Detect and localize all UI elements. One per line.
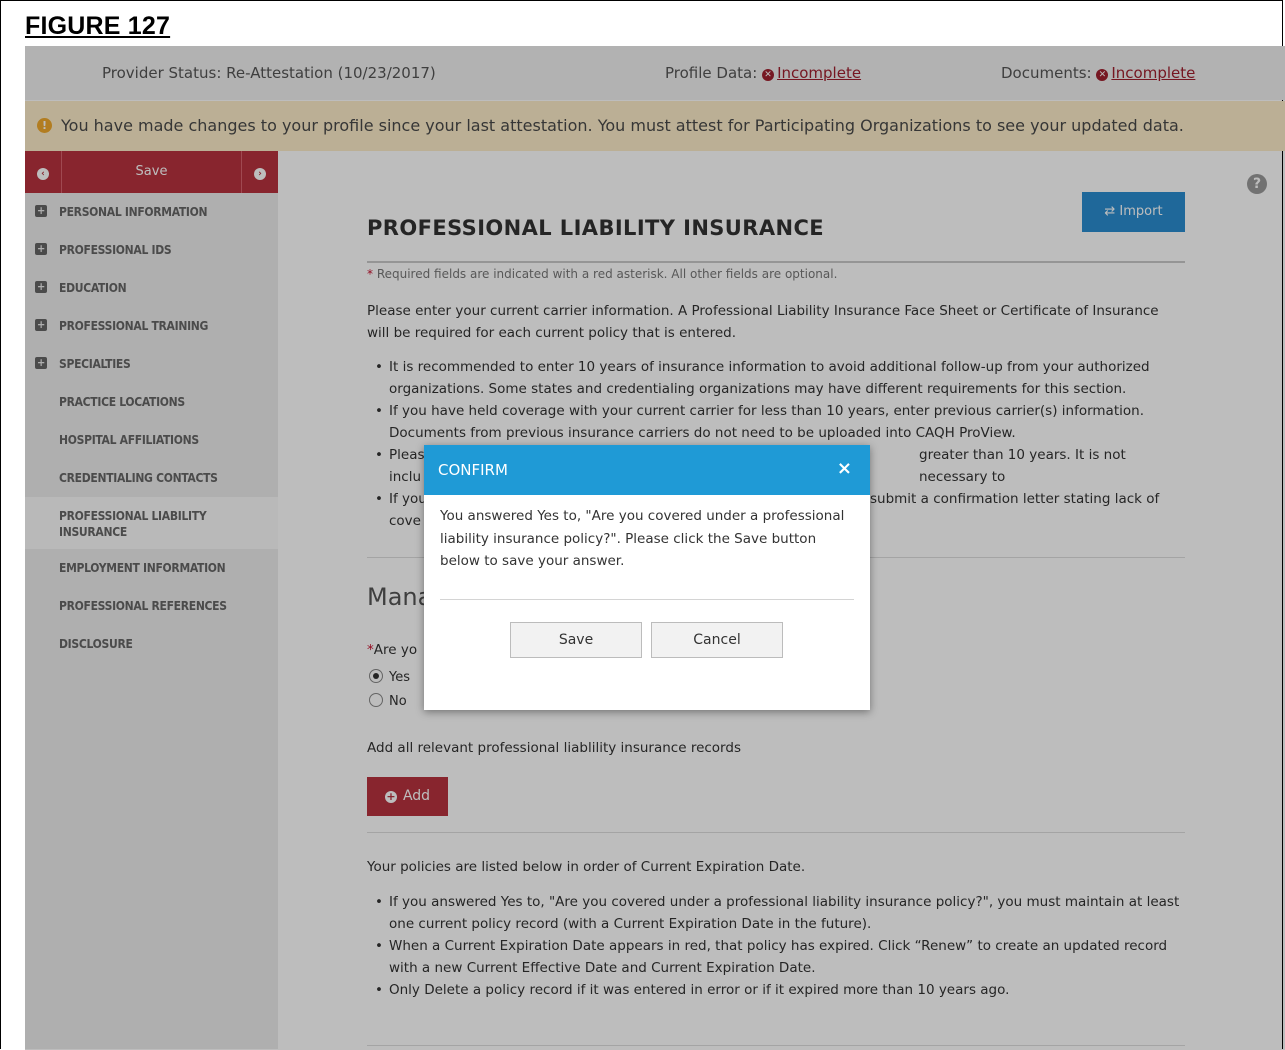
dialog-cancel-button[interactable]: Cancel (651, 622, 783, 658)
dialog-header: CONFIRM × (424, 445, 870, 495)
close-icon[interactable]: × (837, 458, 852, 479)
figure-label: FIGURE 127 (25, 12, 171, 40)
dialog-save-button[interactable]: Save (510, 622, 642, 658)
dialog-divider (440, 599, 854, 600)
dialog-title: CONFIRM (438, 461, 508, 479)
confirm-dialog: CONFIRM × You answered Yes to, "Are you … (424, 445, 870, 710)
dialog-message: You answered Yes to, "Are you covered un… (440, 508, 845, 569)
